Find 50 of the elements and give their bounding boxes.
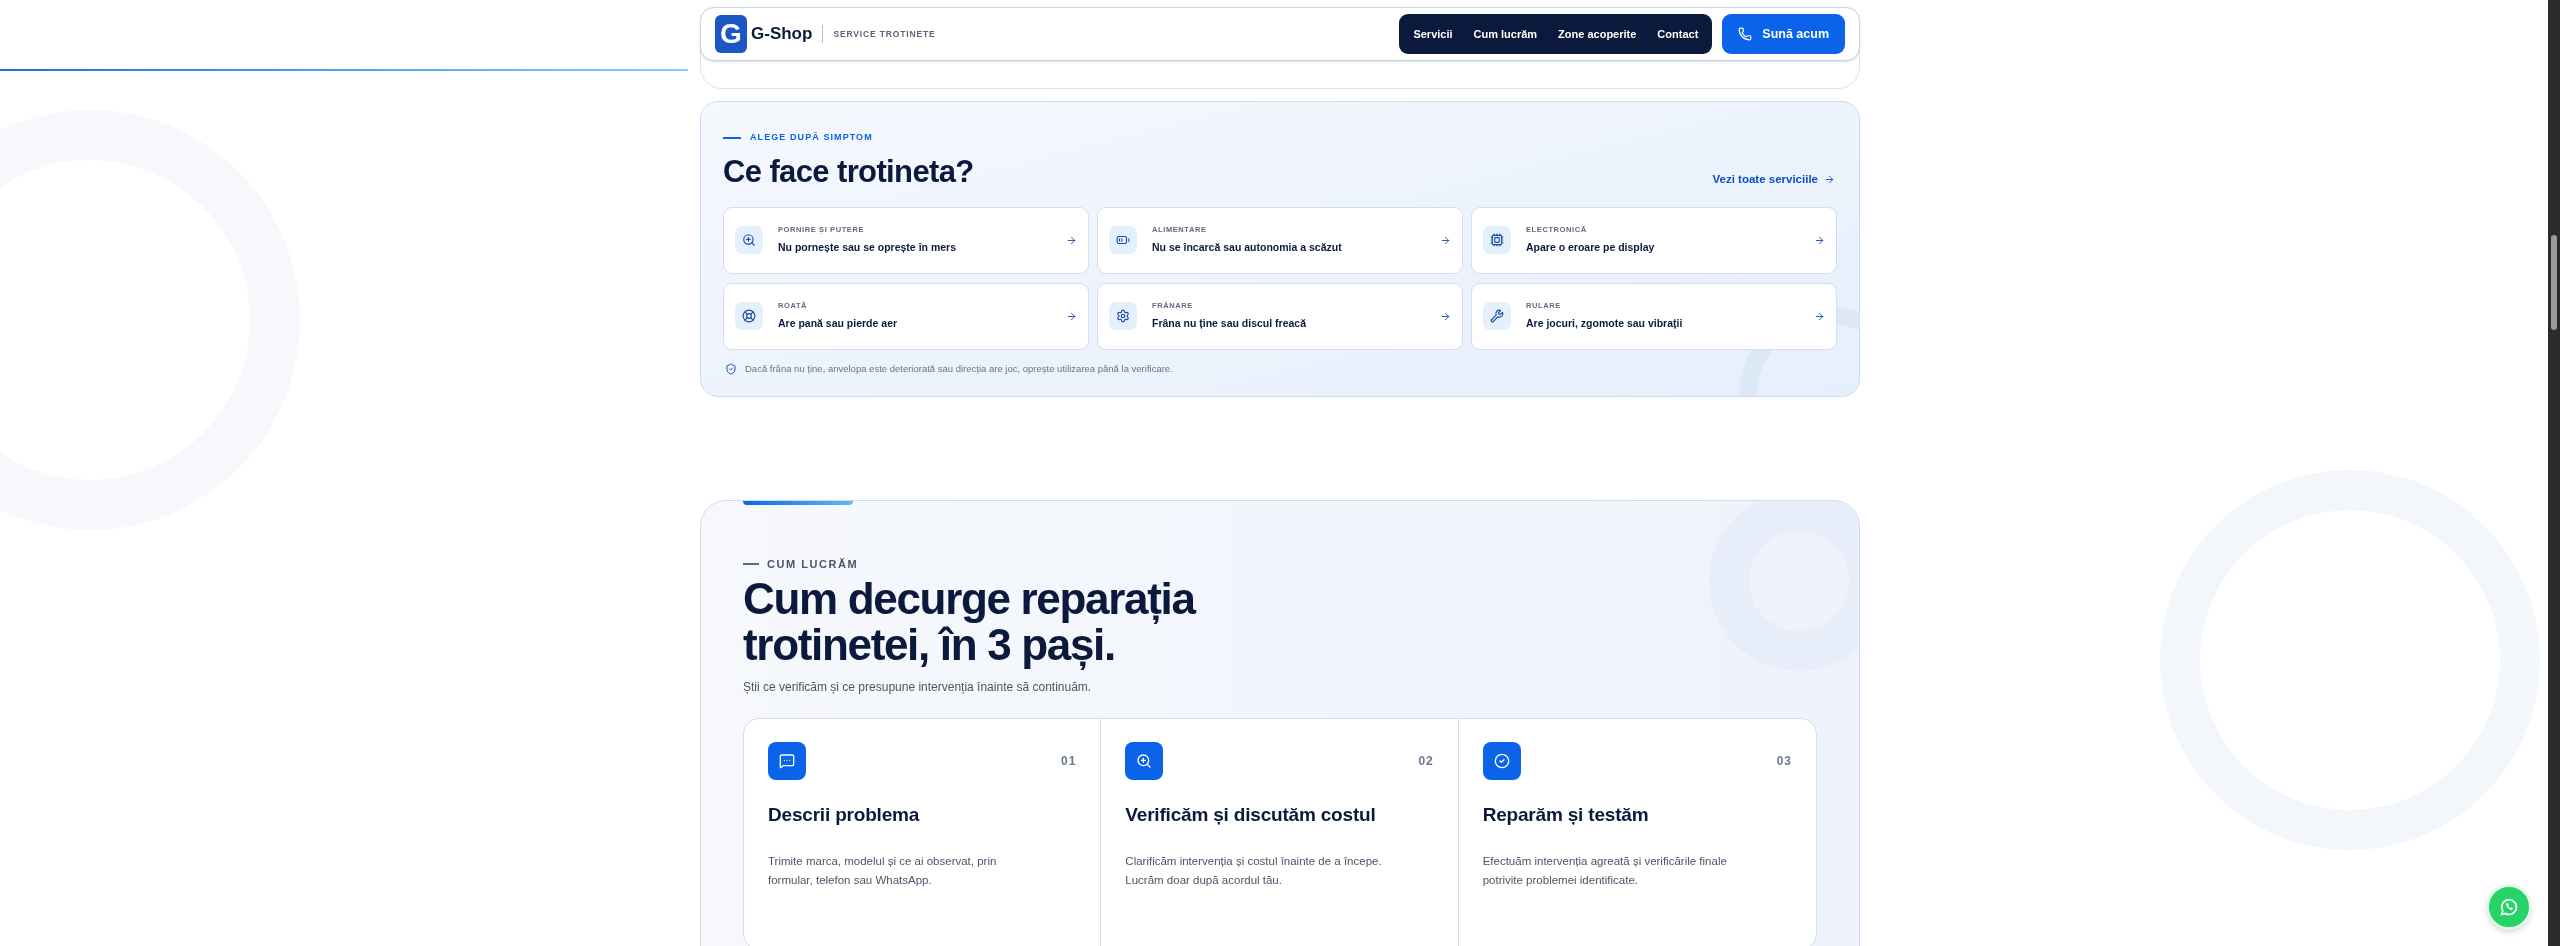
shield-icon [725, 362, 737, 375]
section-title: Ce face trotineta? [723, 152, 974, 191]
section-title: Cum decurge reparația [743, 576, 1197, 623]
chat-icon [768, 742, 806, 781]
tagline: SERVICE TROTINETE [833, 27, 936, 41]
nav-link[interactable]: Zone acoperite [1558, 25, 1637, 43]
safety-note: Dacă frâna nu ține, anvelopa este deteriorată sau direcția are joc, oprește utilizarea până la verificare. [745, 361, 1173, 376]
section-eyebrow: CUM LUCRĂM [767, 556, 859, 572]
section-title: trotinetei, în 3 pași. [743, 622, 1115, 669]
step-number: 03 [1776, 753, 1792, 771]
arrow-right-icon [1440, 234, 1451, 246]
zoom-in-icon [735, 226, 763, 254]
nav-link[interactable]: Contact [1657, 25, 1699, 43]
whatsapp-icon [2498, 896, 2520, 918]
arrow-right-icon [1824, 174, 1835, 186]
scrollbar[interactable] [2548, 0, 2560, 946]
wrench-icon [1483, 302, 1511, 330]
arrow-right-icon [1814, 234, 1825, 246]
arrow-right-icon [1814, 310, 1825, 322]
all-services-link[interactable]: Vezi toate serviciile [1712, 171, 1835, 189]
symptom-text: Nu se încarcă sau autonomia a scăzut [1152, 240, 1342, 256]
battery-icon [1109, 226, 1137, 254]
arrow-right-icon [1440, 310, 1451, 322]
call-button[interactable]: Sună acum [1722, 14, 1845, 54]
gear-icon [1109, 302, 1137, 330]
logo[interactable]: G [715, 15, 747, 53]
step-title: Verificăm și discutăm costul [1125, 803, 1377, 828]
symptom-text: Nu pornește sau se oprește în mers [778, 240, 956, 256]
nav-link[interactable]: Cum lucrăm [1473, 25, 1538, 43]
section-subtitle: Știi ce verificăm și ce presupune intervenția înainte să continuăm. [743, 679, 1093, 697]
arrow-right-icon [1066, 234, 1077, 246]
symptom-text: Are jocuri, zgomote sau vibrații [1526, 316, 1683, 332]
symptom-text: Frâna nu ține sau discul freacă [1152, 316, 1307, 332]
step-description: Clarificăm intervenția și costul înainte de a începe. Lucrăm doar după acordul tău. [1125, 853, 1383, 888]
step-title: Descrii problema [768, 803, 921, 828]
arrow-right-icon [1066, 310, 1077, 322]
brand-name: G-Shop [751, 23, 813, 46]
step-number: 01 [1061, 753, 1077, 771]
zoom-in-icon [1125, 742, 1164, 781]
step-title: Reparăm și testăm [1482, 803, 1650, 828]
step-description: Trimite marca, modelul și ce ai observat, prin formular, telefon sau WhatsApp. [768, 853, 998, 888]
step-number: 02 [1418, 753, 1434, 771]
section-eyebrow: ALEGE DUPĂ SIMPTOM [750, 131, 873, 144]
nav-link[interactable]: Servicii [1413, 25, 1453, 43]
step-description: Efectuăm intervenția agreată și verificările finale potrivite problemei identificate. [1482, 853, 1728, 888]
symptom-text: Are pană sau pierde aer [778, 316, 898, 332]
phone-icon [1738, 27, 1753, 41]
symptom-text: Apare o eroare pe display [1526, 240, 1655, 256]
wheel-icon [735, 302, 763, 330]
chip-icon [1483, 226, 1511, 254]
